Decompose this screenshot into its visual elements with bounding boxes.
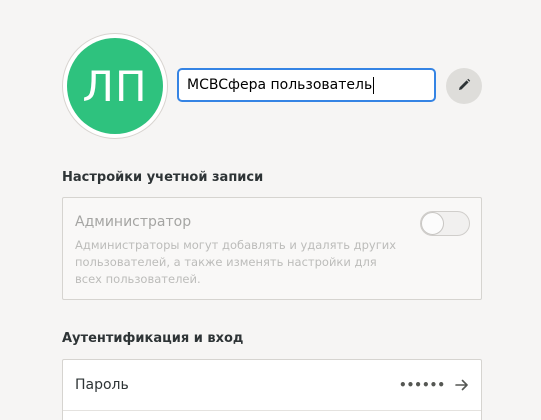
row-divider bbox=[63, 410, 481, 411]
toggle-knob bbox=[421, 212, 444, 235]
auth-heading: Аутентификация и вход bbox=[62, 331, 244, 346]
arrow-right-icon bbox=[455, 376, 469, 395]
edit-name-button[interactable] bbox=[446, 68, 482, 104]
administrator-toggle[interactable] bbox=[420, 211, 470, 236]
avatar: ЛП bbox=[67, 38, 163, 134]
pencil-icon bbox=[457, 77, 471, 96]
username-value: MCBCфера пользователь bbox=[187, 77, 373, 93]
avatar-initials: ЛП bbox=[82, 61, 148, 111]
username-input[interactable]: MCBCфера пользователь bbox=[177, 68, 436, 102]
text-caret bbox=[373, 76, 375, 94]
password-mask: •••••• bbox=[398, 378, 445, 392]
avatar-button[interactable]: ЛП bbox=[62, 33, 168, 139]
password-row[interactable]: Пароль •••••• bbox=[63, 360, 481, 410]
password-label: Пароль bbox=[75, 377, 129, 393]
administrator-label: Администратор bbox=[75, 214, 192, 230]
administrator-description: Администраторы могут добавлять и удалять… bbox=[75, 238, 397, 286]
administrator-row: Администратор Администраторы могут добав… bbox=[62, 197, 482, 300]
user-account-page: ЛП MCBCфера пользователь Настройки учетн… bbox=[0, 0, 541, 420]
account-settings-heading: Настройки учетной записи bbox=[62, 170, 264, 185]
auth-list: Пароль •••••• bbox=[62, 359, 482, 420]
